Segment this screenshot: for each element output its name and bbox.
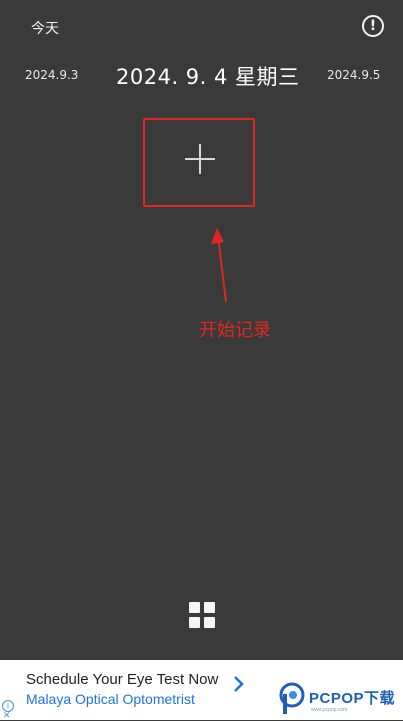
top-bar: 今天 ! xyxy=(0,0,403,56)
exclamation-circle-icon: ! xyxy=(369,18,377,34)
start-record-annotation: 开始记录 xyxy=(199,320,271,341)
grid-icon xyxy=(189,602,200,613)
ad-arrow-icon[interactable] xyxy=(228,674,248,694)
watermark-text: PCPOP下载 xyxy=(309,690,396,707)
watermark: PCPOP下载 www.pcpop.com xyxy=(278,680,403,720)
next-date-button[interactable]: 2024.9.5 xyxy=(327,68,380,82)
watermark-url: www.pcpop.com xyxy=(311,707,348,713)
ad-subtitle[interactable]: Malaya Optical Optometrist xyxy=(26,691,195,707)
grid-menu-button[interactable] xyxy=(189,602,215,628)
today-button[interactable]: 今天 xyxy=(31,18,59,38)
plus-icon xyxy=(185,144,215,174)
annotation-arrow xyxy=(211,228,227,303)
date-navigation: 2024.9.3 2024. 9. 4 星期三 2024.9.5 xyxy=(0,60,403,92)
prev-date-button[interactable]: 2024.9.3 xyxy=(25,68,78,82)
current-date-title[interactable]: 2024. 9. 4 星期三 xyxy=(116,61,300,91)
add-record-button[interactable] xyxy=(143,118,255,207)
watermark-logo-icon xyxy=(279,682,305,714)
info-button[interactable]: ! xyxy=(362,15,384,37)
ad-title[interactable]: Schedule Your Eye Test Now xyxy=(26,671,218,688)
